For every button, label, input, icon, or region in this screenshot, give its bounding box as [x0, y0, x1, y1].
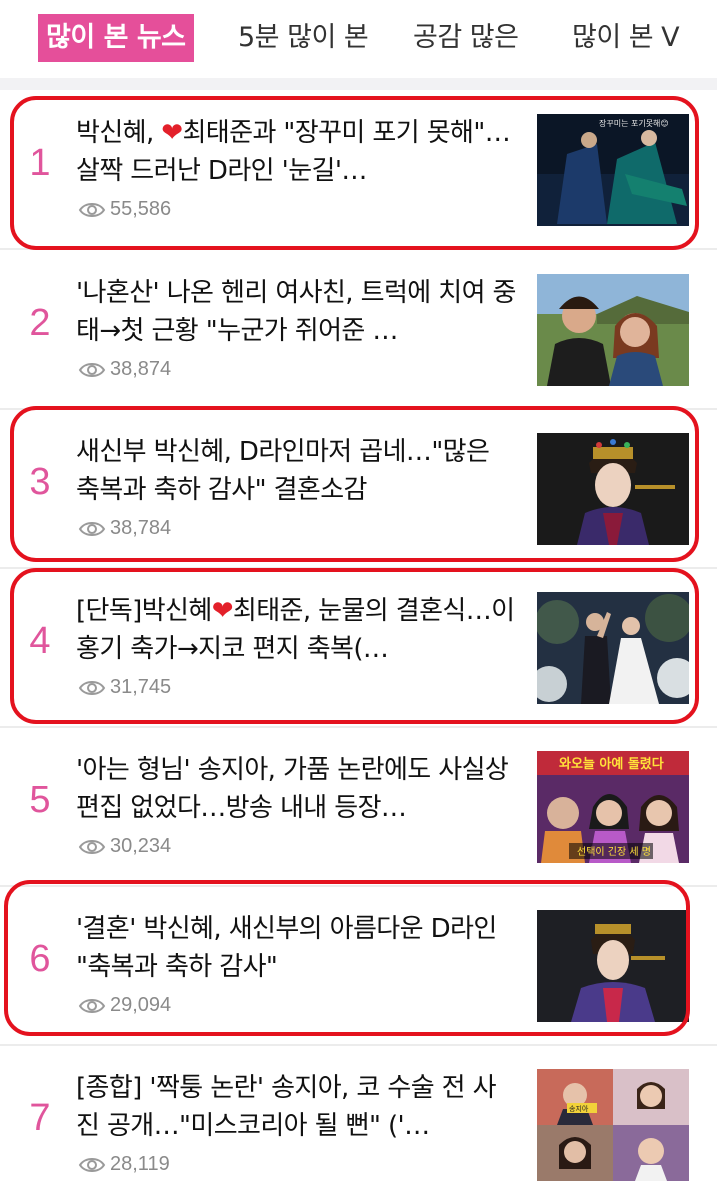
view-count: 38,874 — [78, 358, 171, 381]
view-count-value: 31,745 — [110, 676, 172, 698]
view-count: 55,586 — [78, 198, 171, 221]
eye-icon — [78, 1157, 106, 1172]
view-count: 29,094 — [78, 994, 171, 1017]
heart-icon: ❤ — [161, 118, 183, 148]
view-count-value: 30,234 — [110, 835, 172, 857]
view-count-value: 29,094 — [110, 994, 172, 1016]
headline-part: 박신혜, — [76, 118, 162, 148]
news-item-1[interactable]: 1 박신혜, ❤최태준과 "장꾸미 포기 못해"…살짝 드러난 D라인 '눈길'… — [0, 92, 717, 250]
tab-most-viewed-news[interactable]: 많이 본 뉴스 — [38, 14, 194, 62]
item-divider — [0, 248, 717, 250]
news-item-2[interactable]: 2 '나혼산' 나온 헨리 여사친, 트럭에 치여 중태→첫 근황 "누군가 쥐… — [0, 252, 717, 410]
rank-number: 5 — [29, 779, 51, 821]
view-count: 38,784 — [78, 517, 171, 540]
thumbnail-caption: 와오늘 아예 돌렸다 — [559, 756, 664, 772]
eye-icon — [78, 521, 106, 536]
view-count-value: 38,784 — [110, 517, 172, 539]
thumbnail-image[interactable]: 와오늘 아예 돌렸다 선택이 긴장 세 명 — [537, 751, 689, 863]
view-count: 31,745 — [78, 676, 171, 699]
view-count-value: 55,586 — [110, 198, 172, 220]
rank-number: 6 — [29, 938, 51, 980]
thumbnail-image[interactable] — [537, 433, 689, 545]
news-item-4[interactable]: 4 [단독]박신혜❤최태준, 눈물의 결혼식…이홍기 축가→지코 편지 축복(…… — [0, 570, 717, 728]
news-item-5[interactable]: 5 '아는 형님' 송지아, 가품 논란에도 사실상 편집 없었다…방송 내내 … — [0, 729, 717, 887]
tab-5min-most-viewed[interactable]: 5분 많이 본 — [238, 14, 369, 62]
thumbnail-caption: 장꾸미는 포기못해😊 — [599, 118, 669, 128]
view-count-value: 38,874 — [110, 358, 172, 380]
thumbnail-image[interactable] — [537, 910, 689, 1022]
item-divider — [0, 1044, 717, 1046]
item-divider — [0, 885, 717, 887]
news-item-3[interactable]: 3 새신부 박신혜, D라인마저 곱네…"많은 축복과 축하 감사" 결혼소감 … — [0, 411, 717, 569]
thumbnail-image[interactable]: 장꾸미는 포기못해😊 — [537, 114, 689, 226]
headline[interactable]: [종합] '짝퉁 논란' 송지아, 코 수술 전 사진 공개…"미스코리아 될 … — [76, 1069, 516, 1145]
tab-most-empathy[interactable]: 공감 많은 — [413, 14, 519, 62]
thumbnail-caption: 송지아 — [569, 1104, 589, 1113]
thumbnail-image[interactable]: 송지아 — [537, 1069, 689, 1181]
view-count-value: 28,119 — [110, 1153, 170, 1175]
headline-part: [단독]박신혜 — [76, 596, 212, 626]
headline[interactable]: 박신혜, ❤최태준과 "장꾸미 포기 못해"…살짝 드러난 D라인 '눈길'… — [76, 114, 516, 190]
headline[interactable]: '결혼' 박신혜, 새신부의 아름다운 D라인 "축복과 축하 감사" — [76, 910, 516, 986]
rank-number: 7 — [29, 1097, 51, 1139]
eye-icon — [78, 680, 106, 695]
rank-number: 2 — [29, 302, 51, 344]
tab-most-viewed-video[interactable]: 많이 본 V — [572, 14, 680, 62]
thumbnail-image[interactable] — [537, 274, 689, 386]
headline[interactable]: '아는 형님' 송지아, 가품 논란에도 사실상 편집 없었다…방송 내내 등장… — [76, 751, 516, 827]
eye-icon — [78, 998, 106, 1013]
news-item-7[interactable]: 7 [종합] '짝퉁 논란' 송지아, 코 수술 전 사진 공개…"미스코리아 … — [0, 1047, 717, 1200]
headline[interactable]: 새신부 박신혜, D라인마저 곱네…"많은 축복과 축하 감사" 결혼소감 — [76, 433, 516, 509]
headline[interactable]: [단독]박신혜❤최태준, 눈물의 결혼식…이홍기 축가→지코 편지 축복(… — [76, 592, 516, 668]
category-tab-bar: 많이 본 뉴스 5분 많이 본 공감 많은 많이 본 V — [0, 0, 717, 78]
heart-icon: ❤ — [211, 596, 234, 626]
eye-icon — [78, 839, 106, 854]
view-count: 30,234 — [78, 835, 171, 858]
news-item-6[interactable]: 6 '결혼' 박신혜, 새신부의 아름다운 D라인 "축복과 축하 감사" 29… — [0, 888, 717, 1046]
rank-number: 4 — [29, 620, 51, 662]
headline[interactable]: '나혼산' 나온 헨리 여사친, 트럭에 치여 중태→첫 근황 "누군가 쥐어준… — [76, 274, 516, 350]
view-count: 28,119 — [78, 1153, 170, 1176]
item-divider — [0, 567, 717, 569]
rank-number: 1 — [29, 142, 51, 184]
thumbnail-subcaption: 선택이 긴장 세 명 — [577, 846, 651, 858]
item-divider — [0, 726, 717, 728]
thumbnail-image[interactable] — [537, 592, 689, 704]
rank-number: 3 — [29, 461, 51, 503]
tabbar-divider — [0, 78, 717, 90]
item-divider — [0, 408, 717, 410]
eye-icon — [78, 362, 106, 377]
eye-icon — [78, 202, 106, 217]
